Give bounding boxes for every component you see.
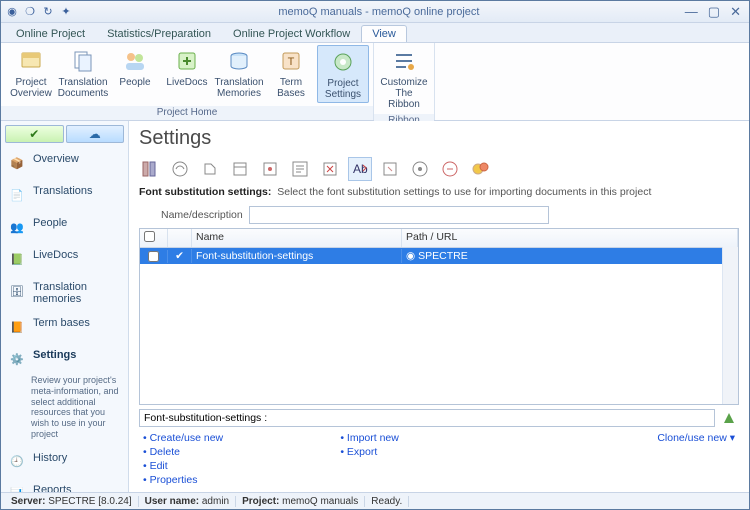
link-properties[interactable]: Properties xyxy=(143,473,340,487)
ribbon-people[interactable]: People xyxy=(109,45,161,90)
nav-tm[interactable]: 🗄Translation memories xyxy=(1,275,128,311)
nav-history[interactable]: 🕘History xyxy=(1,446,128,478)
vertical-scrollbar[interactable] xyxy=(722,247,738,404)
filter-input[interactable] xyxy=(249,206,549,224)
tool-icon[interactable] xyxy=(379,158,401,180)
server-icon: ◉ xyxy=(406,250,415,262)
breadcrumb-input[interactable] xyxy=(139,409,715,427)
tab-online-project[interactable]: Online Project xyxy=(5,25,96,42)
tool-icon[interactable] xyxy=(199,158,221,180)
svg-text:T: T xyxy=(288,56,295,68)
maximize-button[interactable]: ▢ xyxy=(708,4,720,20)
settings-description: Font substitution settings: Select the f… xyxy=(129,184,749,204)
nav-overview[interactable]: 📦Overview xyxy=(1,147,128,179)
nav-people[interactable]: 👥People xyxy=(1,211,128,243)
row-checkbox[interactable] xyxy=(148,251,159,262)
minimize-button[interactable]: — xyxy=(685,4,698,20)
tab-workflow[interactable]: Online Project Workflow xyxy=(222,25,361,42)
ribbon-livedocs[interactable]: LiveDocs xyxy=(161,45,213,90)
ribbon-tabs: Online Project Statistics/Preparation On… xyxy=(1,23,749,43)
tool-icon[interactable] xyxy=(169,158,191,180)
toggle-cloud[interactable]: ☁ xyxy=(66,125,125,143)
tool-icon[interactable] xyxy=(469,158,491,180)
ribbon-group-label: Project Home xyxy=(1,106,373,120)
close-button[interactable]: ✕ xyxy=(730,4,741,20)
row-path: ◉SPECTRE xyxy=(402,249,738,263)
title-bar: ◉ ❍ ↻ ✦ memoQ manuals - memoQ online pro… xyxy=(1,1,749,23)
window-title: memoQ manuals - memoQ online project xyxy=(73,6,685,18)
settings-toolbar: Ab xyxy=(129,154,749,184)
link-import[interactable]: Import new xyxy=(340,431,537,445)
row-name: Font-substitution-settings xyxy=(192,249,402,263)
nav-toggle-row: ✔ ☁ xyxy=(1,121,128,147)
toggle-approve[interactable]: ✔ xyxy=(5,125,64,143)
filter-row: Name/description xyxy=(129,204,749,228)
qat-btn-2[interactable]: ↻ xyxy=(41,5,55,19)
settings-grid: Name Path / URL ✔ Font-substitution-sett… xyxy=(139,228,739,405)
tool-icon[interactable] xyxy=(289,158,311,180)
tool-icon[interactable] xyxy=(409,158,431,180)
svg-text:Ab: Ab xyxy=(353,162,368,176)
col-checkbox[interactable] xyxy=(140,229,168,247)
tab-view[interactable]: View xyxy=(361,25,407,42)
app-icon: ◉ xyxy=(5,5,19,19)
link-delete[interactable]: Delete xyxy=(143,445,340,459)
link-edit[interactable]: Edit xyxy=(143,459,340,473)
tool-icon[interactable] xyxy=(439,158,461,180)
ribbon-customize[interactable]: CustomizeThe Ribbon xyxy=(378,45,430,112)
action-links: Create/use new Delete Edit Properties Im… xyxy=(129,427,749,493)
breadcrumb-go-icon[interactable] xyxy=(719,409,739,427)
breadcrumb-row xyxy=(139,409,739,427)
link-export[interactable]: Export xyxy=(340,445,537,459)
tool-icon[interactable] xyxy=(319,158,341,180)
ribbon: ProjectOverview TranslationDocuments Peo… xyxy=(1,43,749,121)
nav-termbases[interactable]: 📙Term bases xyxy=(1,311,128,343)
grid-row-selected[interactable]: ✔ Font-substitution-settings ◉SPECTRE xyxy=(140,248,738,264)
ribbon-translation-documents[interactable]: TranslationDocuments xyxy=(57,45,109,101)
nav-settings-desc: Review your project's meta-information, … xyxy=(1,375,128,446)
quick-access-toolbar: ◉ ❍ ↻ ✦ xyxy=(5,5,73,19)
ribbon-translation-memories[interactable]: TranslationMemories xyxy=(213,45,265,101)
tab-statistics[interactable]: Statistics/Preparation xyxy=(96,25,222,42)
ribbon-project-settings[interactable]: ProjectSettings xyxy=(317,45,369,103)
left-navigation: ✔ ☁ 📦Overview 📄Translations 👥People 📗Liv… xyxy=(1,121,129,493)
col-icon xyxy=(168,229,192,247)
qat-btn-3[interactable]: ✦ xyxy=(59,5,73,19)
nav-settings[interactable]: ⚙️Settings xyxy=(1,343,128,375)
ribbon-group-ribbon: CustomizeThe Ribbon Ribbon xyxy=(374,43,435,120)
qat-btn-1[interactable]: ❍ xyxy=(23,5,37,19)
tool-icon[interactable] xyxy=(229,158,251,180)
row-check-icon: ✔ xyxy=(168,249,192,263)
nav-livedocs[interactable]: 📗LiveDocs xyxy=(1,243,128,275)
ribbon-project-overview[interactable]: ProjectOverview xyxy=(5,45,57,101)
ribbon-term-bases[interactable]: TTerm Bases xyxy=(265,45,317,101)
content-pane: Settings Ab Font substitution settings: … xyxy=(129,121,749,493)
nav-translations[interactable]: 📄Translations xyxy=(1,179,128,211)
page-title: Settings xyxy=(129,121,749,154)
col-name[interactable]: Name xyxy=(192,229,402,247)
grid-header: Name Path / URL xyxy=(140,229,738,248)
main-area: ✔ ☁ 📦Overview 📄Translations 👥People 📗Liv… xyxy=(1,121,749,493)
window-controls: — ▢ ✕ xyxy=(685,4,745,20)
tool-icon[interactable] xyxy=(259,158,281,180)
tool-font-substitution-icon[interactable]: Ab xyxy=(349,158,371,180)
status-bar: Server: SPECTRE [8.0.24] User name: admi… xyxy=(1,492,749,509)
link-clone[interactable]: Clone/use new xyxy=(538,431,735,445)
col-path[interactable]: Path / URL xyxy=(402,229,738,247)
filter-label: Name/description xyxy=(161,209,243,221)
link-create[interactable]: Create/use new xyxy=(143,431,340,445)
tool-icon[interactable] xyxy=(139,158,161,180)
ribbon-group-project-home: ProjectOverview TranslationDocuments Peo… xyxy=(1,43,374,120)
